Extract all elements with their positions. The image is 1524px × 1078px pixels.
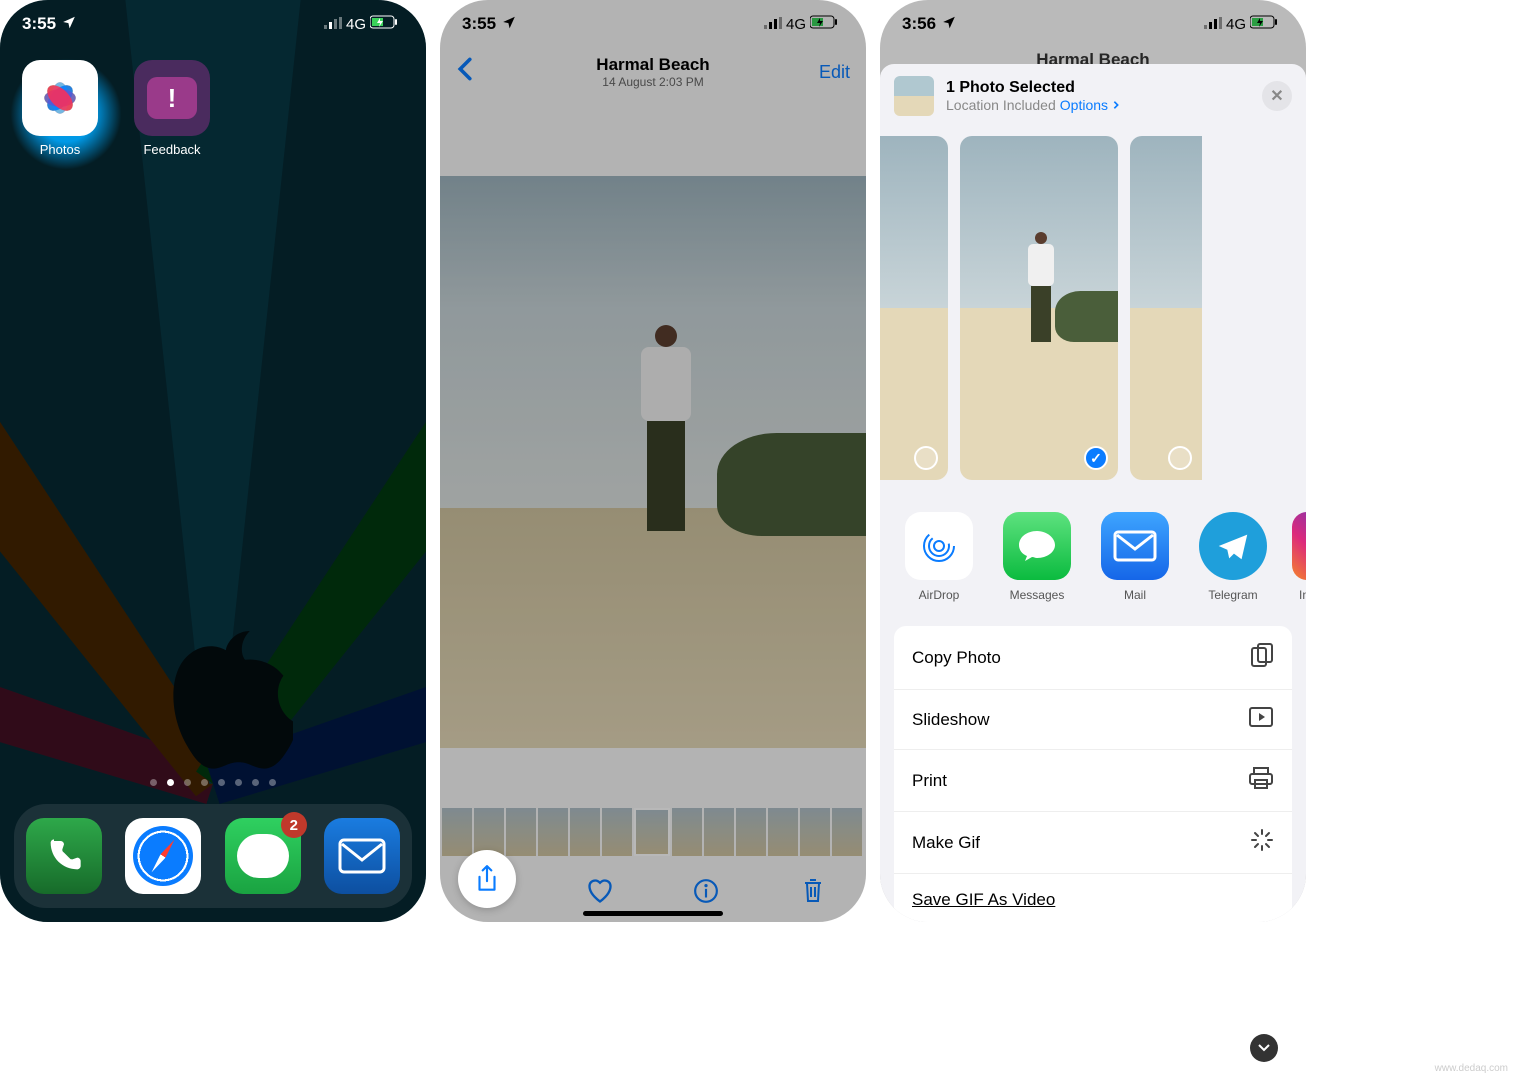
- mail-share[interactable]: Mail: [1096, 512, 1174, 602]
- mail-icon: [1101, 512, 1169, 580]
- options-link[interactable]: Options: [1060, 97, 1120, 113]
- sparkle-icon: [1250, 828, 1274, 857]
- network-label: 4G: [786, 16, 806, 33]
- photos-icon: [22, 60, 98, 136]
- messages-app[interactable]: 2: [225, 818, 301, 894]
- print-icon: [1248, 766, 1274, 795]
- messages-badge: 2: [281, 812, 307, 838]
- delete-button[interactable]: [794, 872, 832, 910]
- play-icon: [1248, 706, 1274, 733]
- airdrop-label: AirDrop: [919, 588, 960, 602]
- favorite-button[interactable]: [581, 872, 619, 910]
- share-apps-row[interactable]: AirDrop Messages Mail Telegram: [880, 488, 1306, 618]
- share-photo-thumb[interactable]: [1130, 136, 1202, 480]
- safari-app[interactable]: [125, 818, 201, 894]
- status-time: 3:55: [22, 14, 56, 34]
- select-indicator[interactable]: [1168, 446, 1192, 470]
- messages-label: Messages: [1010, 588, 1065, 602]
- share-button-highlight: [458, 850, 516, 908]
- main-photo[interactable]: [440, 176, 866, 748]
- network-label: 4G: [346, 16, 366, 33]
- feedback-app[interactable]: ! Feedback: [128, 60, 216, 157]
- signal-icon: [324, 16, 342, 33]
- select-indicator[interactable]: [914, 446, 938, 470]
- share-photo-thumb[interactable]: [880, 136, 948, 480]
- status-bar: 3:55 4G: [440, 0, 866, 48]
- copy-photo-action[interactable]: Copy Photo: [894, 626, 1292, 690]
- signal-icon: [764, 16, 782, 33]
- photos-label: Photos: [40, 142, 80, 157]
- status-bar: 3:55 4G: [0, 0, 426, 48]
- watermark-text: www.dedaq.com: [1435, 1063, 1508, 1074]
- photos-app[interactable]: Photos: [16, 60, 104, 157]
- close-button[interactable]: ✕: [1262, 81, 1292, 111]
- copy-icon: [1250, 642, 1274, 673]
- home-indicator[interactable]: [583, 911, 723, 916]
- status-time: 3:55: [462, 14, 496, 34]
- messages-icon: [1003, 512, 1071, 580]
- airdrop-icon: [905, 512, 973, 580]
- mail-app[interactable]: [324, 818, 400, 894]
- filmstrip[interactable]: [440, 808, 866, 856]
- select-indicator-checked[interactable]: [1084, 446, 1108, 470]
- share-header: 1 Photo Selected Location Included Optio…: [880, 64, 1306, 128]
- instagram-share[interactable]: Ins: [1292, 512, 1306, 602]
- location-icon: [62, 14, 76, 34]
- share-photo-thumb-selected[interactable]: [960, 136, 1118, 480]
- instagram-label: Ins: [1299, 588, 1306, 602]
- save-gif-video-action[interactable]: Save GIF As Video: [894, 874, 1292, 922]
- mail-label: Mail: [1124, 588, 1146, 602]
- telegram-share[interactable]: Telegram: [1194, 512, 1272, 602]
- photo-detail-screen: 3:55 4G Harmal Beach 14 August 2:03 PM E…: [440, 0, 866, 922]
- scroll-down-indicator[interactable]: [1250, 1034, 1278, 1062]
- share-title: 1 Photo Selected: [946, 79, 1250, 97]
- slideshow-action[interactable]: Slideshow: [894, 690, 1292, 750]
- share-sheet: 1 Photo Selected Location Included Optio…: [880, 64, 1306, 922]
- telegram-label: Telegram: [1208, 588, 1257, 602]
- instagram-icon: [1292, 512, 1306, 580]
- home-screen: 3:55 4G: [0, 0, 426, 922]
- messages-share[interactable]: Messages: [998, 512, 1076, 602]
- location-icon: [502, 14, 516, 34]
- action-list: Copy Photo Slideshow Print Make Gif: [894, 626, 1292, 922]
- share-subtitle: Location Included: [946, 97, 1056, 113]
- feedback-icon: !: [134, 60, 210, 136]
- share-header-thumb: [894, 76, 934, 116]
- airdrop-share[interactable]: AirDrop: [900, 512, 978, 602]
- photo-location-title: Harmal Beach: [440, 55, 866, 75]
- share-photos-row[interactable]: [880, 128, 1306, 488]
- phone-app[interactable]: [26, 818, 102, 894]
- photo-timestamp: 14 August 2:03 PM: [440, 75, 866, 89]
- nav-title: Harmal Beach 14 August 2:03 PM: [440, 55, 866, 89]
- dock: 2: [14, 804, 412, 908]
- battery-icon: [370, 15, 398, 33]
- nav-bar: Harmal Beach 14 August 2:03 PM Edit: [440, 48, 866, 96]
- battery-icon: [810, 15, 838, 33]
- feedback-label: Feedback: [143, 142, 200, 157]
- info-button[interactable]: [687, 872, 725, 910]
- share-sheet-screen: 3:56 4G Harmal Beach 1 Photo Selected Lo…: [880, 0, 1306, 922]
- telegram-icon: [1199, 512, 1267, 580]
- print-action[interactable]: Print: [894, 750, 1292, 812]
- page-indicator[interactable]: [0, 779, 426, 786]
- make-gif-action[interactable]: Make Gif: [894, 812, 1292, 874]
